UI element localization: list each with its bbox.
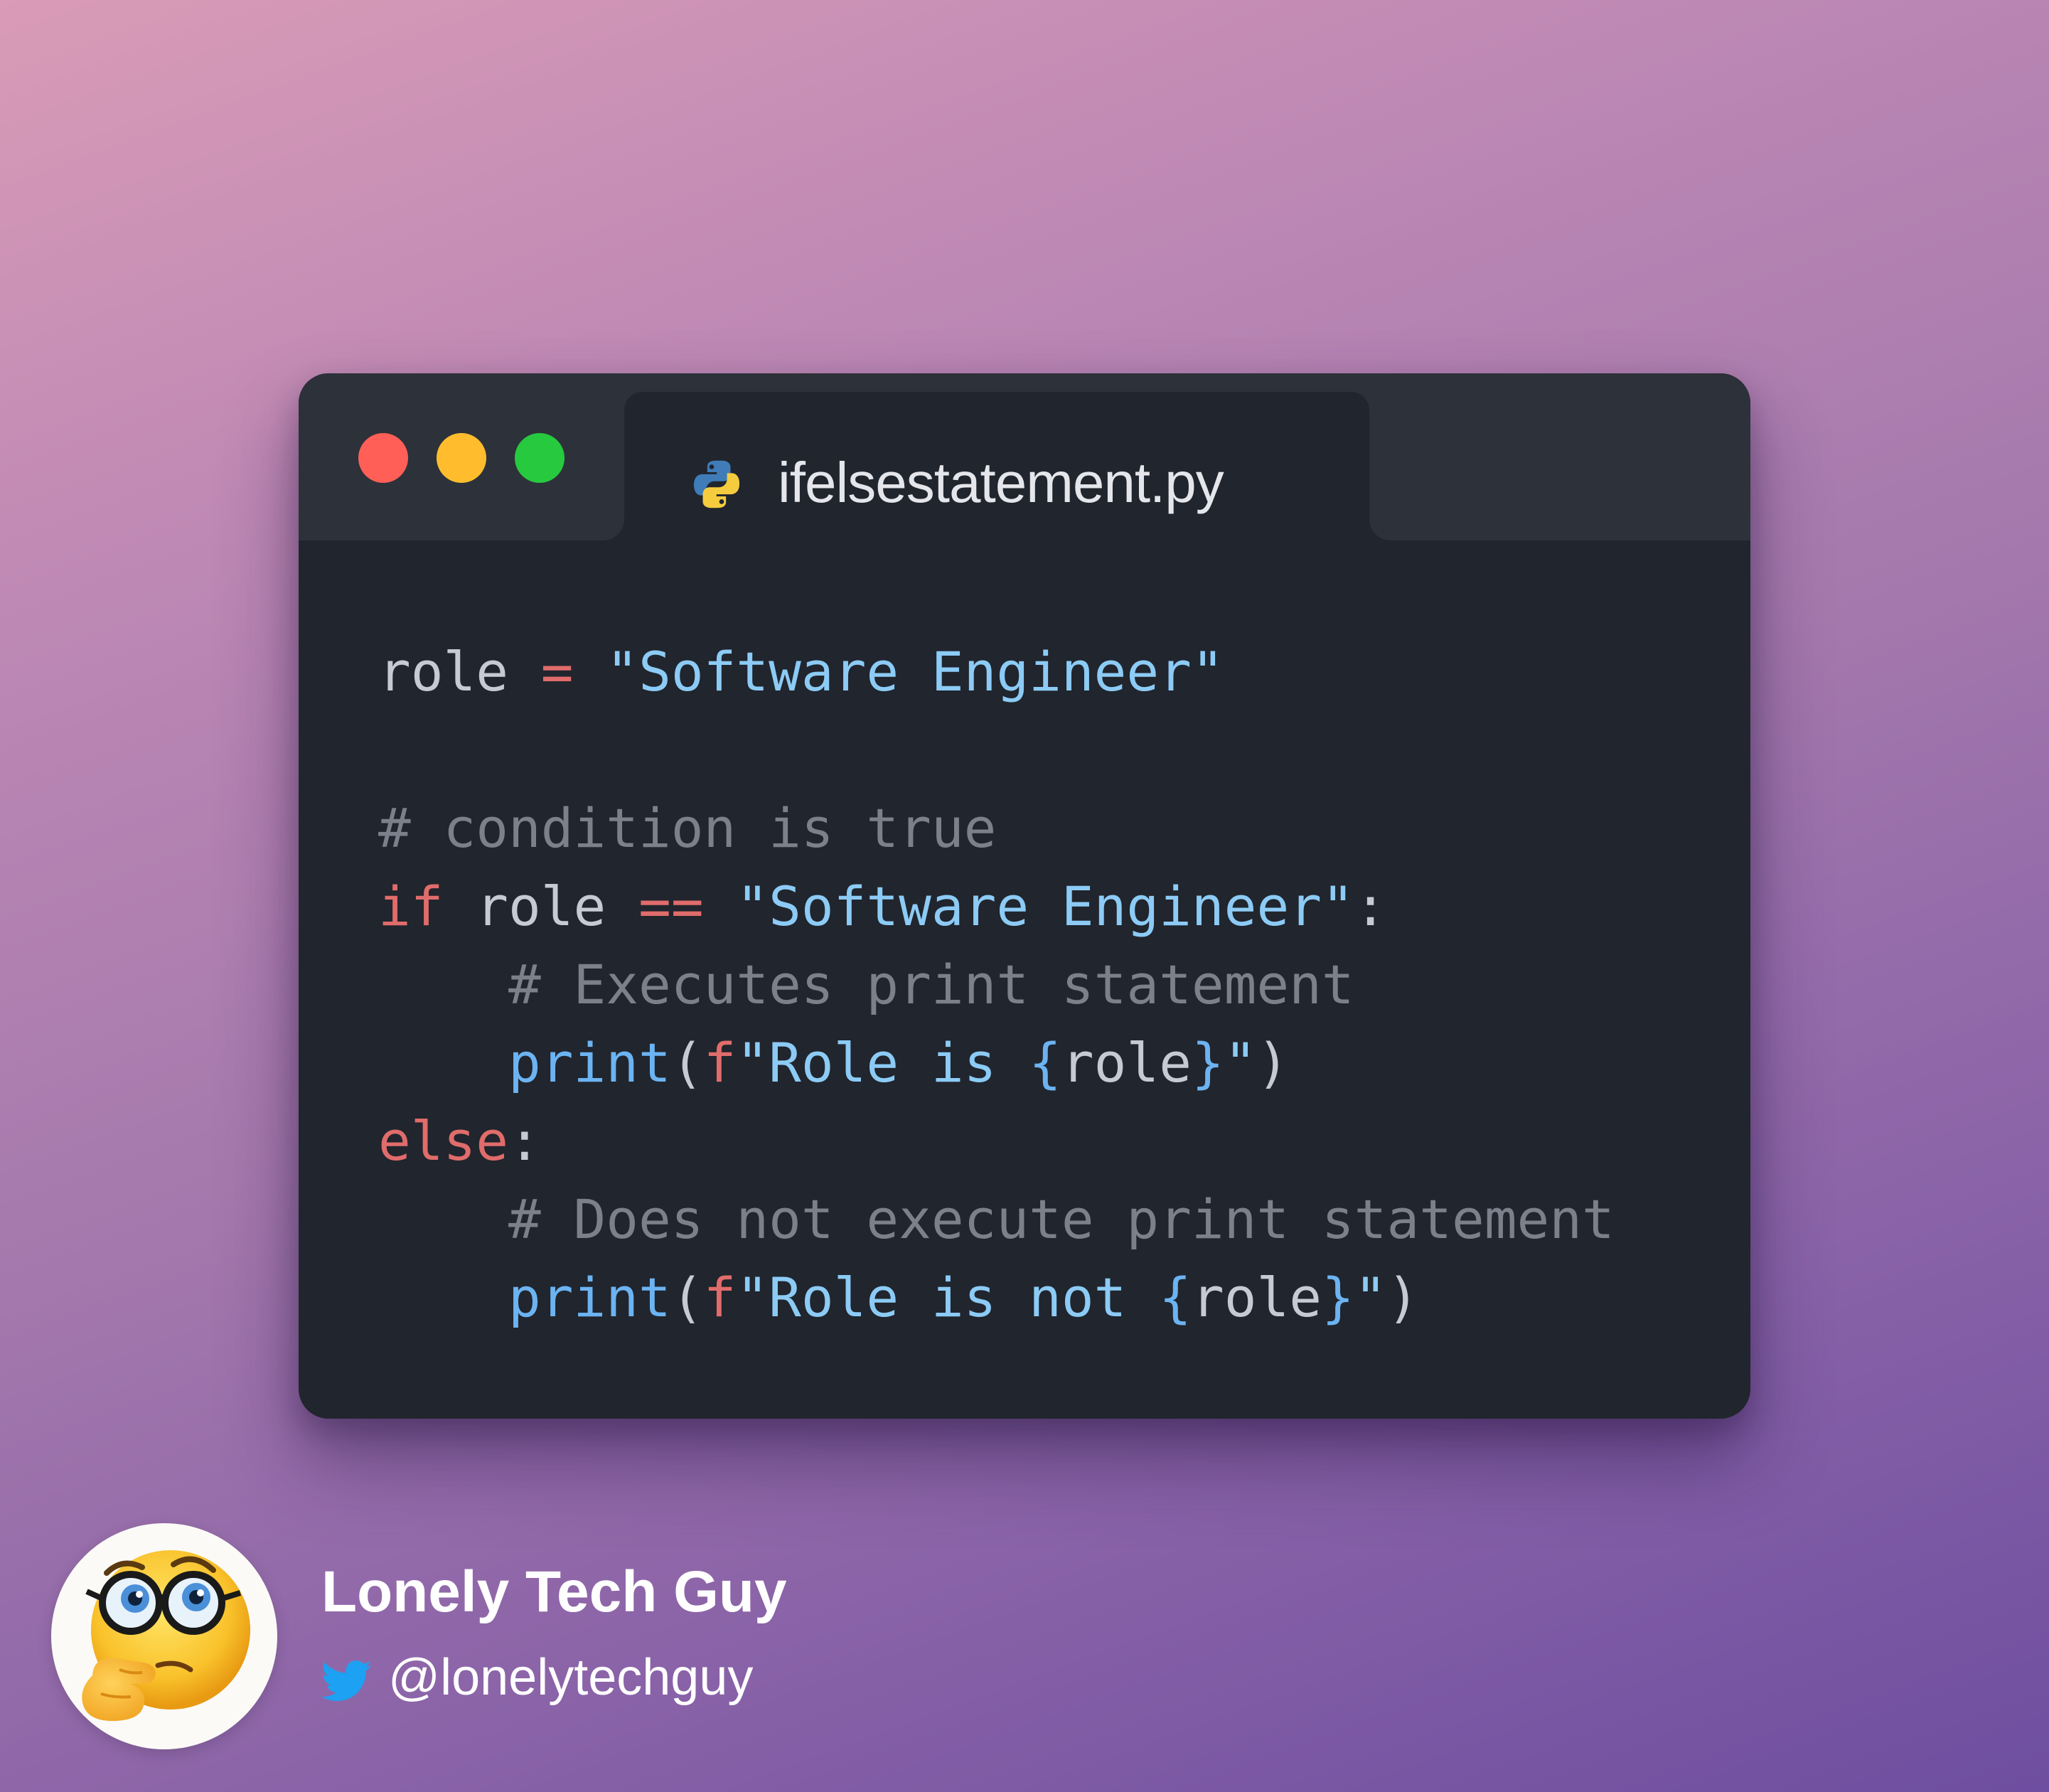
code-token-kw: else: [378, 1109, 509, 1173]
file-tab-title: ifelsestatement.py: [778, 451, 1224, 514]
code-token-punct: (: [670, 1031, 704, 1094]
twitter-icon[interactable]: [321, 1660, 371, 1702]
code-line: print(f"Role is not {role}"): [378, 1259, 1615, 1337]
code-token-comment: # Does not execute print statement: [508, 1188, 1615, 1251]
code-token-punct: ): [1386, 1266, 1420, 1329]
thinking-nerd-emoji-icon: [82, 1550, 250, 1722]
code-window: ifelsestatement.py role = "Software Engi…: [299, 373, 1750, 1419]
code-token-var: role: [443, 875, 639, 938]
code-token-str: ": [1224, 1031, 1257, 1094]
code-line: # Executes print statement: [378, 946, 1615, 1024]
code-token-op: ==: [638, 875, 704, 938]
window-titlebar: ifelsestatement.py: [299, 373, 1750, 540]
code-token-var: [508, 640, 541, 703]
code-line: if role == "Software Engineer":: [378, 868, 1615, 946]
code-token-str: "Role is: [736, 1031, 1029, 1094]
code-token-kw: if: [378, 875, 444, 938]
code-token-comment: # Executes print statement: [508, 953, 1354, 1016]
code-line: # Does not execute print statement: [378, 1180, 1615, 1259]
code-token-op: =: [540, 640, 574, 703]
code-token-str: "Software Engineer": [606, 640, 1224, 703]
code-line: # condition is true: [378, 789, 1615, 868]
code-token-var: [574, 640, 606, 703]
code-token-fn: print: [508, 1266, 671, 1329]
code-line: print(f"Role is {role}"): [378, 1024, 1615, 1102]
code-token-str: ": [1354, 1266, 1387, 1329]
code-token-punct: ): [1256, 1031, 1290, 1094]
code-token-brace: {: [1029, 1031, 1061, 1094]
code-token-str: "Role is not: [736, 1266, 1160, 1329]
code-token-punct: :: [508, 1109, 541, 1173]
code-token-var: [378, 1188, 508, 1251]
code-token-var: role: [1061, 1031, 1192, 1094]
python-icon: [693, 460, 740, 508]
code-line: else:: [378, 1102, 1615, 1180]
code-token-punct: :: [1354, 875, 1387, 938]
close-button[interactable]: [358, 433, 408, 483]
code-token-fprefix: f: [703, 1266, 737, 1329]
code-token-var: [378, 1266, 508, 1329]
code-token-str: "Software Engineer": [736, 875, 1354, 938]
minimize-button[interactable]: [437, 433, 486, 483]
avatar: [51, 1523, 277, 1749]
code-token-brace: }: [1191, 1031, 1224, 1094]
code-token-brace: {: [1159, 1266, 1192, 1329]
code-token-var: [378, 953, 508, 1016]
author-name: Lonely Tech Guy: [321, 1559, 787, 1624]
code-token-var: role: [1191, 1266, 1322, 1329]
maximize-button[interactable]: [515, 433, 565, 483]
code-line: role = "Software Engineer": [378, 633, 1615, 711]
code-block: role = "Software Engineer" # condition is…: [378, 633, 1615, 1337]
code-token-fn: print: [508, 1031, 671, 1094]
code-token-var: [704, 875, 737, 938]
code-token-var: [378, 1031, 508, 1094]
author-handle: @lonelytechguy: [388, 1649, 754, 1706]
code-token-var: role: [378, 640, 509, 703]
code-token-brace: }: [1321, 1266, 1354, 1329]
code-token-punct: (: [670, 1266, 704, 1329]
code-token-comment: # condition is true: [378, 796, 997, 860]
file-tab[interactable]: ifelsestatement.py: [624, 392, 1369, 540]
code-token-fprefix: f: [703, 1031, 737, 1094]
